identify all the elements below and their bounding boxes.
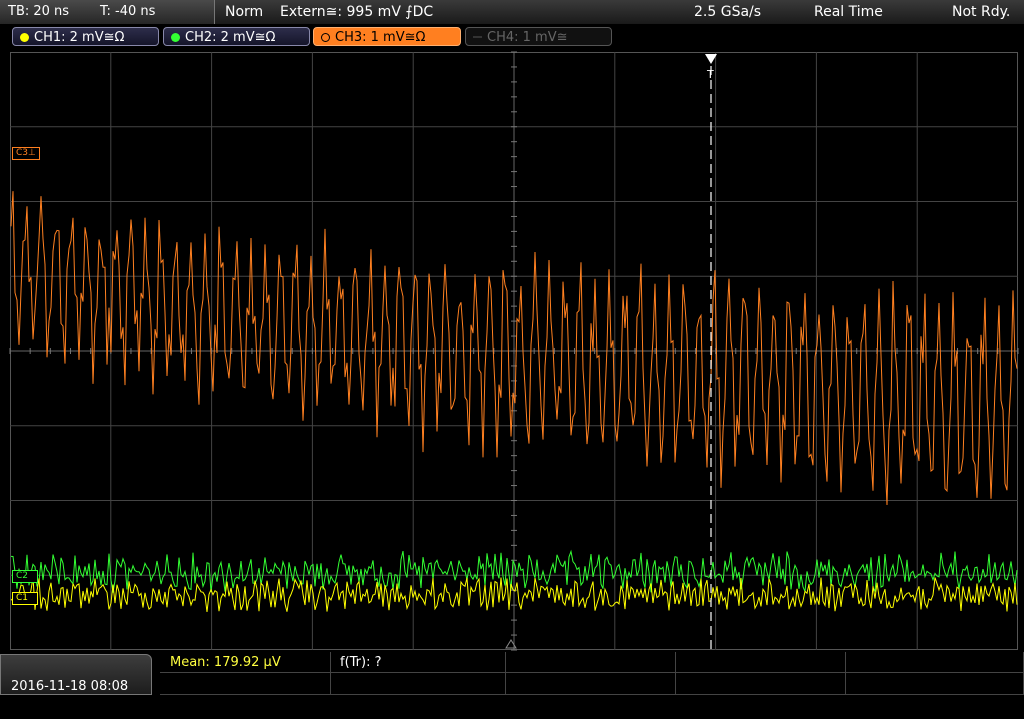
waveform-svg: T (9, 51, 1019, 651)
ch3-marker-text: C3 (16, 148, 29, 158)
ch3-offset-marker[interactable]: C3⊥ (12, 147, 40, 160)
measure-cell (160, 672, 331, 695)
ch2-marker-text: C2 (16, 571, 29, 581)
ch2-offset-marker[interactable]: C2 (12, 570, 38, 583)
ch1-marker-text: C1 (16, 593, 29, 603)
bottom-bar (0, 652, 1024, 695)
ch1-offset-marker[interactable]: C1 (12, 592, 38, 605)
datetime-label: 2016-11-18 08:08 (11, 679, 129, 694)
trigger-marker-label: T (706, 68, 714, 81)
measure-cell (845, 672, 1024, 695)
measure-cell (505, 652, 676, 673)
measure-cell (675, 672, 846, 695)
mean-measurement[interactable]: Mean: 179.92 µV (170, 652, 281, 673)
frequency-measurement[interactable]: f(Tr): ? (340, 652, 382, 673)
graticule (9, 51, 1019, 651)
measure-cell (330, 672, 506, 695)
measure-cell (845, 652, 1024, 673)
datetime-box: 2016-11-18 08:08 (0, 654, 152, 695)
measure-cell (505, 672, 676, 695)
measure-cell (675, 652, 846, 673)
